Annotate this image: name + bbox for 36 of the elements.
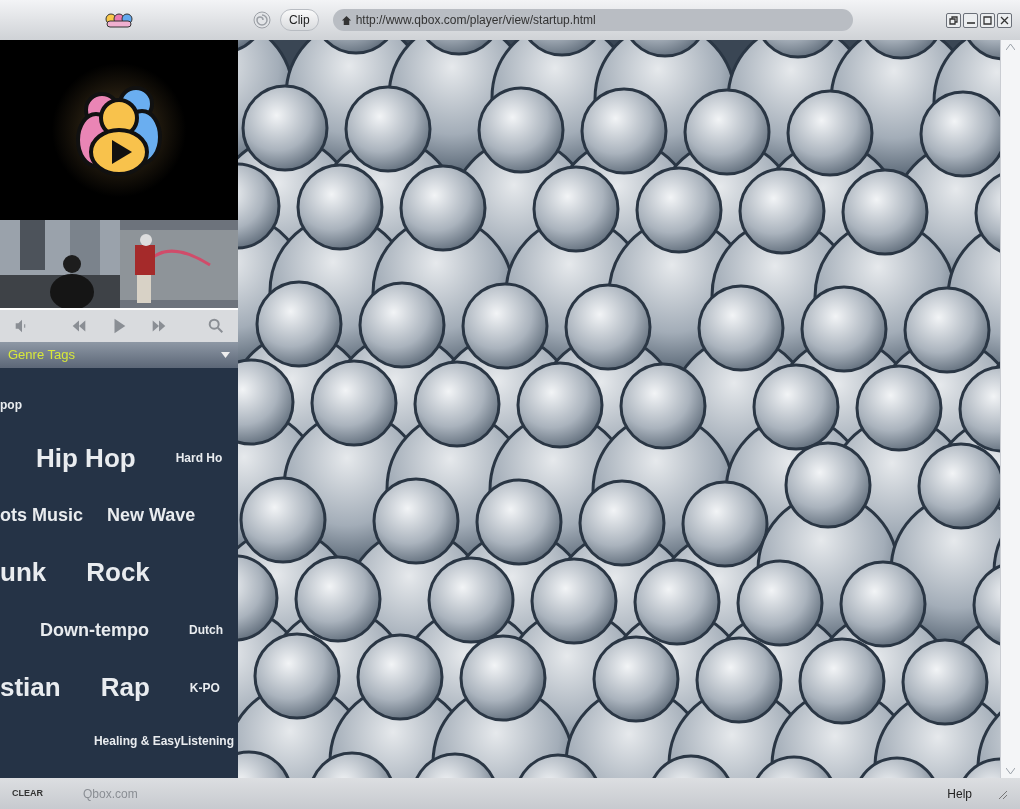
genre-tag-link[interactable]: Rap (100, 668, 150, 708)
genre-tag-link[interactable]: Hard Ho (175, 449, 223, 468)
genre-tag-link[interactable]: stian (0, 668, 61, 708)
site-label: Qbox.com (83, 785, 138, 803)
maximize-button[interactable] (980, 12, 995, 28)
scrollbar[interactable] (1000, 40, 1020, 778)
scroll-up-icon[interactable] (1006, 44, 1015, 50)
maximize-icon (983, 15, 992, 25)
minimize-icon (966, 21, 975, 24)
genre-tag-link[interactable]: pop (0, 396, 22, 415)
restore-icon (949, 15, 958, 25)
close-button[interactable] (997, 12, 1012, 28)
genre-tag-link[interactable]: K-PO (189, 678, 220, 697)
minimize-button[interactable] (963, 12, 978, 28)
help-link[interactable]: Help (947, 784, 972, 803)
genre-tag-link[interactable]: Rock (86, 553, 150, 593)
genre-title: Genre Tags (8, 346, 75, 365)
clip-button[interactable]: Clip (280, 9, 319, 31)
swirl-icon[interactable] (252, 10, 272, 30)
address-field[interactable]: http://www.qbox.com/player/view/startup.html (332, 9, 853, 31)
genre-tag-link[interactable]: unk (0, 553, 47, 593)
genre-tag-link[interactable]: Healing & EasyListening (93, 731, 234, 750)
address-text: http://www.qbox.com/player/view/startup.html (355, 12, 596, 29)
close-icon (1000, 15, 1009, 25)
genre-tag-link[interactable]: New Wave (107, 502, 196, 530)
dropdown-arrow-icon (221, 352, 230, 358)
search-icon (207, 317, 225, 335)
genre-tag-link[interactable]: Hip Hop (36, 438, 136, 478)
genre-tag-link[interactable]: ots Music (0, 502, 83, 530)
genre-tag-link[interactable]: Down-tempo (40, 616, 149, 644)
clear-button[interactable]: CLEAR (12, 786, 43, 801)
home-icon (340, 14, 352, 26)
restore-button[interactable] (946, 12, 961, 28)
scroll-down-icon[interactable] (1006, 768, 1015, 774)
qbox-logo-icon (104, 12, 134, 28)
genre-tag-link[interactable]: Dutch (189, 621, 223, 640)
